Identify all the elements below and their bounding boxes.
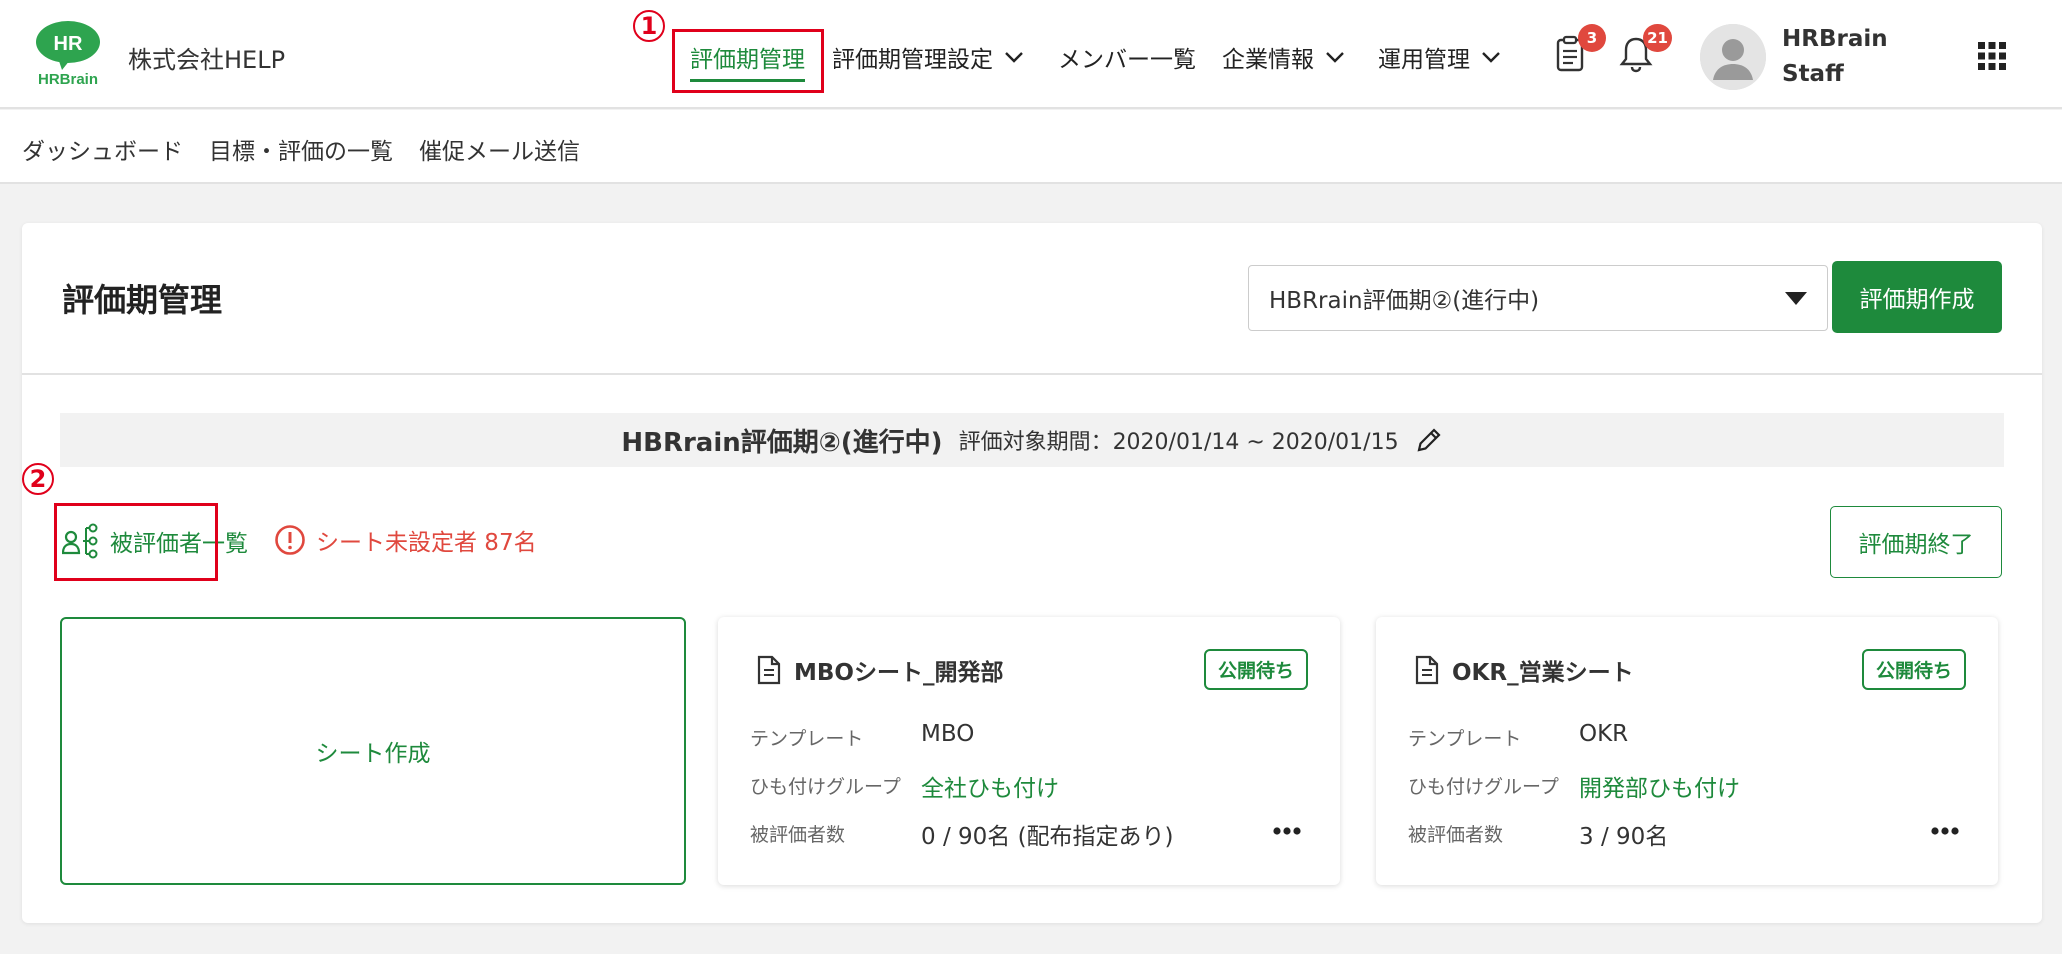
template-label: テンプレート (1408, 728, 1522, 750)
caret-down-icon (1785, 291, 1807, 305)
period-select[interactable]: HBRrain評価期②(進行中) (1248, 265, 1828, 331)
evaluee-count-label: 被評価者数 (750, 824, 846, 846)
user-name-line2: Staff (1782, 61, 1844, 87)
tasks-badge: 3 (1578, 24, 1606, 52)
annotation-number-2: 2 (22, 463, 54, 495)
template-value: OKR (1579, 721, 1629, 747)
user-name[interactable]: HRBrain Staff (1782, 22, 1888, 92)
more-options-icon[interactable] (1930, 825, 1960, 837)
annotation-number-1: 1 (633, 10, 665, 42)
hrbrain-logo[interactable]: HR HRBrain (32, 20, 104, 88)
org-chart-icon (62, 523, 98, 559)
nav-evaluation-period-label: 評価期管理 (690, 47, 805, 73)
period-info-bar: HBRrain評価期②(進行中) 評価対象期間：2020/01/14 ~ 202… (60, 413, 2004, 467)
nav-members-label: メンバー一覧 (1058, 47, 1196, 73)
create-sheet-card[interactable]: シート作成 (60, 617, 686, 885)
status-badge: 公開待ち (1203, 649, 1308, 690)
user-name-line1: HRBrain (1782, 26, 1888, 52)
create-period-button[interactable]: 評価期作成 (1832, 261, 2002, 333)
period-select-value: HBRrain評価期②(進行中) (1269, 288, 1540, 314)
pencil-icon[interactable] (1415, 426, 1443, 454)
divider (22, 373, 2042, 375)
notifications-badge: 21 (1643, 24, 1672, 52)
evaluee-count-value: 0 / 90名 (配布指定あり) (921, 824, 1174, 850)
top-header: HR HRBrain 株式会社HELP 評価期管理 1 評価期管理設定 メンバー… (0, 0, 2062, 109)
sheet-title: OKR_営業シート (1414, 653, 1634, 687)
evaluee-list-link[interactable]: 被評価者一覧 (62, 523, 248, 559)
svg-text:HR: HR (54, 33, 83, 55)
sheet-title: MBOシート_開発部 (756, 653, 1003, 687)
group-link[interactable]: 開発部ひも付け (1579, 769, 1740, 803)
chevron-down-icon (1326, 52, 1344, 63)
subnav-reminder-mail[interactable]: 催促メール送信 (419, 132, 580, 166)
company-name: 株式会社HELP (128, 46, 286, 74)
nav-company-info[interactable]: 企業情報 (1222, 40, 1346, 74)
tasks-button[interactable]: 3 (1548, 24, 1606, 76)
group-link[interactable]: 全社ひも付け (921, 769, 1059, 803)
hrbrain-logo-icon: HR HRBrain (36, 21, 100, 88)
evaluee-count-label: 被評価者数 (1408, 824, 1504, 846)
nav-members[interactable]: メンバー一覧 (1058, 40, 1196, 74)
main-card: 評価期管理 HBRrain評価期②(進行中) 評価期作成 HBRrain評価期②… (22, 223, 2042, 923)
document-icon (757, 655, 781, 685)
group-label: ひも付けグループ (1408, 776, 1559, 798)
subnav-goals-list[interactable]: 目標・評価の一覧 (209, 132, 393, 166)
avatar[interactable] (1700, 24, 1766, 90)
status-badge: 公開待ち (1861, 649, 1966, 690)
nav-evaluation-settings-label: 評価期管理設定 (832, 47, 993, 73)
period-name: HBRrain評価期②(進行中) (621, 427, 943, 458)
period-range: 評価対象期間：2020/01/14 ~ 2020/01/15 (958, 430, 1399, 455)
alert-circle-icon (275, 525, 305, 555)
svg-text:HRBrain: HRBrain (38, 71, 98, 88)
sheet-title-label: OKR_営業シート (1452, 660, 1634, 686)
unassigned-warning[interactable]: シート未設定者 87名 (274, 523, 537, 557)
nav-evaluation-settings[interactable]: 評価期管理設定 (832, 40, 1025, 74)
page-title: 評価期管理 (62, 281, 223, 319)
sheet-card[interactable]: OKR_営業シート 公開待ち テンプレート OKR ひも付けグループ 開発部ひも… (1376, 617, 1998, 885)
end-period-button[interactable]: 評価期終了 (1830, 506, 2002, 578)
sub-navigation: ダッシュボード 目標・評価の一覧 催促メール送信 (0, 110, 2062, 184)
chevron-down-icon (1482, 52, 1500, 63)
template-value: MBO (921, 721, 975, 747)
nav-company-info-label: 企業情報 (1222, 47, 1314, 73)
nav-evaluation-period[interactable]: 評価期管理 (690, 40, 805, 82)
template-label: テンプレート (750, 728, 864, 750)
evaluee-list-label: 被評価者一覧 (110, 531, 248, 557)
group-label: ひも付けグループ (750, 776, 901, 798)
notifications-button[interactable]: 21 (1614, 24, 1672, 76)
app-grid-icon[interactable] (1978, 42, 2006, 70)
chevron-down-icon (1005, 52, 1023, 63)
unassigned-warning-label: シート未設定者 87名 (316, 530, 537, 556)
nav-operations-label: 運用管理 (1378, 47, 1470, 73)
subnav-dashboard[interactable]: ダッシュボード (22, 132, 183, 166)
more-options-icon[interactable] (1272, 825, 1302, 837)
sheet-card[interactable]: MBOシート_開発部 公開待ち テンプレート MBO ひも付けグループ 全社ひも… (718, 617, 1340, 885)
user-avatar-icon (1700, 24, 1766, 90)
evaluee-count-value: 3 / 90名 (1579, 824, 1669, 850)
nav-operations[interactable]: 運用管理 (1378, 40, 1502, 74)
active-underline (690, 79, 805, 82)
document-icon (1415, 655, 1439, 685)
sheet-title-label: MBOシート_開発部 (794, 660, 1004, 686)
